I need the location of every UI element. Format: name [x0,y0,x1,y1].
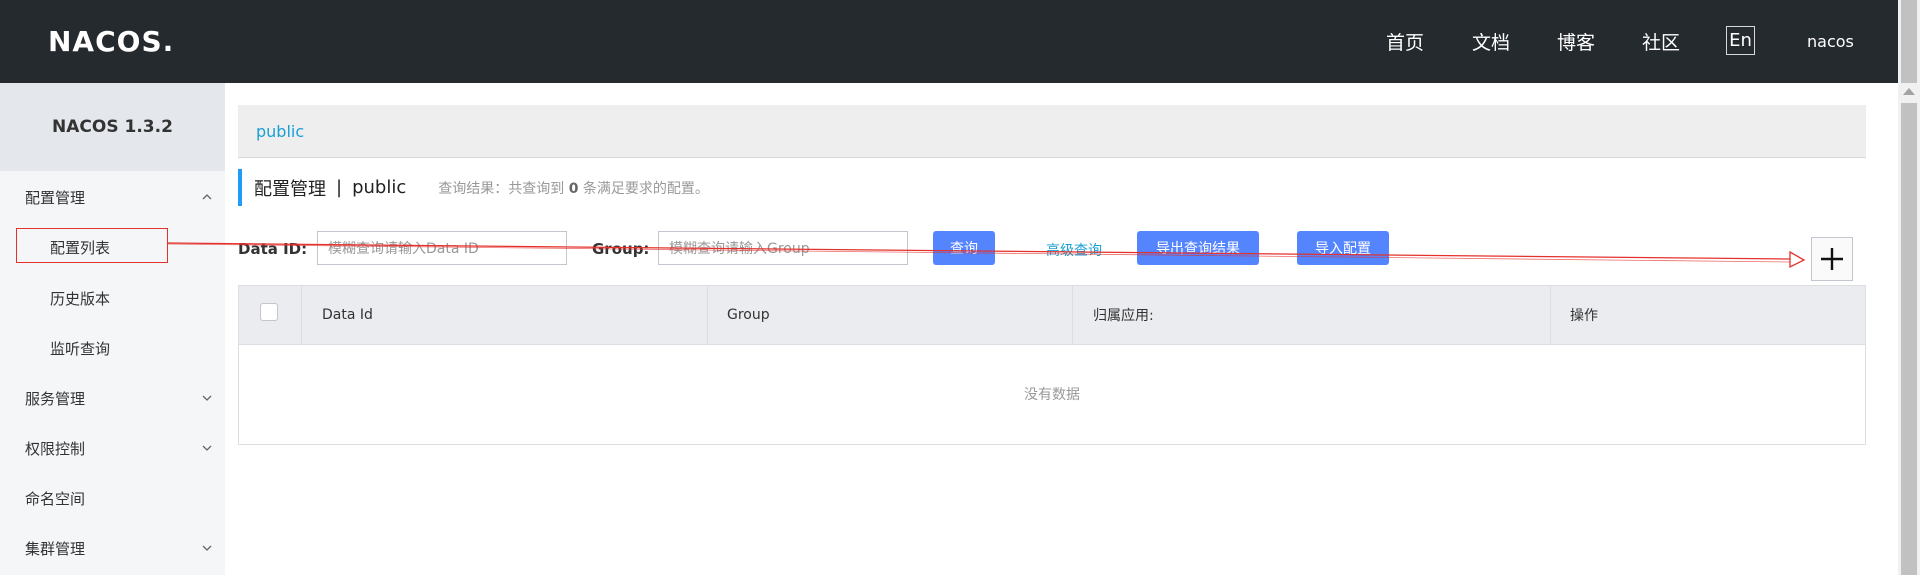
select-all-checkbox[interactable] [260,303,278,321]
sidebar-item-label: 集群管理 [25,539,86,558]
nav-docs-link[interactable]: 文档 [1472,28,1510,55]
nav-community-link[interactable]: 社区 [1642,28,1680,55]
top-navbar: NACOS. 首页 文档 博客 社区 En nacos [0,0,1898,83]
annotation-highlight-box [16,228,168,263]
query-result-summary: 查询结果：共查询到 0 条满足要求的配置。 [438,178,709,198]
chevron-up-icon [202,194,212,200]
sidebar-item-history[interactable]: 历史版本 [0,278,225,318]
chevron-down-icon [202,395,212,401]
sidebar-title: NACOS 1.3.2 [0,83,225,171]
sidebar-item-label: 服务管理 [25,389,86,408]
page-title: 配置管理 [254,178,326,200]
column-header-group[interactable]: Group [707,286,1072,344]
column-header-actions: 操作 [1550,286,1865,344]
user-menu[interactable]: nacos [1807,0,1854,83]
table-header: Data Id Group 归属应用: 操作 [239,286,1865,345]
result-prefix: 查询结果：共查询到 [438,180,565,197]
current-namespace: public [352,177,407,198]
sidebar-item-label: 命名空间 [25,489,86,508]
sidebar-item-service-management[interactable]: 服务管理 [0,378,225,418]
import-config-button[interactable]: 导入配置 [1297,231,1389,265]
column-header-data-id[interactable]: Data Id [301,286,707,344]
nav-blog-link[interactable]: 博客 [1557,28,1595,55]
page-title-row: 配置管理 | public 查询结果：共查询到 0 条满足要求的配置。 [238,169,709,206]
sidebar-item-namespace[interactable]: 命名空间 [0,478,225,518]
advanced-query-link[interactable]: 高级查询 [1046,240,1102,260]
sidebar-item-label: 配置管理 [25,188,86,207]
data-id-search-input[interactable]: 模糊查询请输入Data ID [317,231,567,265]
config-table: Data Id Group 归属应用: 操作 没有数据 [238,285,1866,445]
nav-blog[interactable]: 博客 [1557,0,1595,83]
sidebar-item-label: 监听查询 [50,339,111,358]
nacos-logo[interactable]: NACOS. [48,22,178,58]
chevron-down-icon [202,445,212,451]
namespace-tab-public[interactable]: public [256,122,304,141]
data-id-label: Data ID: [238,240,308,258]
nav-home-link[interactable]: 首页 [1386,28,1424,55]
plus-icon [1821,248,1843,270]
sidebar-item-config-management[interactable]: 配置管理 [0,177,225,217]
namespace-bar: public [238,105,1866,158]
empty-table-message: 没有数据 [1024,387,1080,403]
scroll-up-arrow-icon[interactable] [1903,88,1915,95]
column-header-app[interactable]: 归属应用: [1072,286,1550,344]
nav-home[interactable]: 首页 [1386,0,1424,83]
chevron-down-icon [202,545,212,551]
nav-docs[interactable]: 文档 [1472,0,1510,83]
group-label: Group: [592,240,650,258]
sidebar-item-permission-control[interactable]: 权限控制 [0,428,225,468]
logo-text: NACOS. [48,25,174,58]
query-button[interactable]: 查询 [933,231,995,265]
sidebar: NACOS 1.3.2 配置管理 配置列表 历史版本 监听查询 服务管理 权限控… [0,83,225,575]
result-suffix: 条满足要求的配置。 [582,180,709,197]
add-config-button[interactable] [1811,237,1853,281]
result-count: 0 [568,180,579,197]
nav-community[interactable]: 社区 [1642,0,1680,83]
sidebar-item-label: 权限控制 [25,439,86,458]
scrollbar-top-segment [1901,0,1917,83]
language-toggle-button[interactable]: En [1726,26,1755,55]
group-search-input[interactable]: 模糊查询请输入Group [658,231,908,265]
sidebar-item-label: 历史版本 [50,289,111,308]
title-separator: | [336,177,343,198]
scrollbar-thumb[interactable] [1901,103,1917,575]
sidebar-item-listener-query[interactable]: 监听查询 [0,328,225,368]
export-query-results-button[interactable]: 导出查询结果 [1137,231,1259,265]
sidebar-item-cluster-management[interactable]: 集群管理 [0,528,225,568]
